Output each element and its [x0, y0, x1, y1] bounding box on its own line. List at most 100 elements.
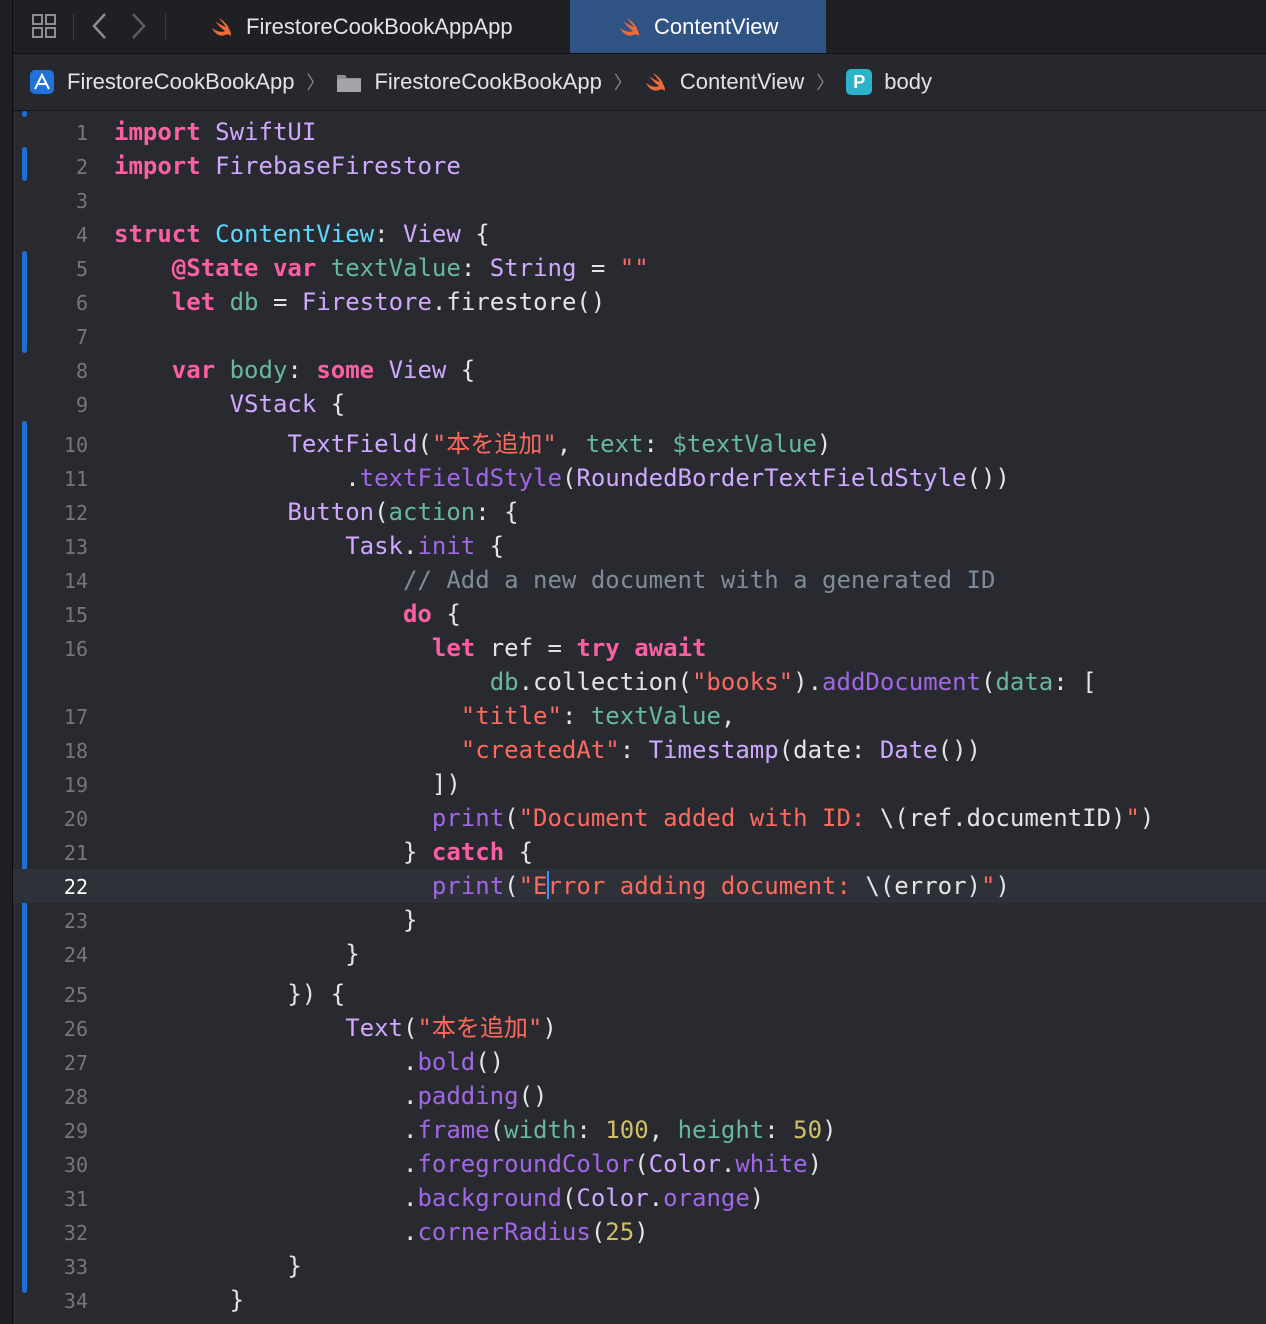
code-text: import SwiftUI	[114, 118, 317, 146]
breadcrumb-folder[interactable]: FirestoreCookBookApp	[336, 69, 602, 95]
line-number: 26	[63, 1017, 88, 1041]
swift-icon	[210, 16, 234, 38]
tab-contentview[interactable]: ContentView	[570, 0, 826, 53]
code-line[interactable]: 28 .padding()	[13, 1079, 1266, 1113]
code-text: Task.init {	[345, 532, 505, 560]
code-line[interactable]: 16 let ref = try await	[13, 631, 1266, 665]
swift-icon	[644, 71, 668, 93]
line-number: 21	[63, 841, 88, 865]
grid-related-items-icon[interactable]	[27, 10, 61, 42]
back-icon[interactable]	[87, 10, 113, 42]
tab-bar: FirestoreCookBookAppApp ContentView	[13, 0, 1266, 54]
code-line[interactable]: 2 import FirebaseFirestore	[13, 149, 1266, 183]
code-line[interactable]: 29 .frame(width: 100, height: 50)	[13, 1113, 1266, 1147]
code-text: } catch {	[114, 838, 534, 866]
code-line[interactable]: 10 TextField("本を追加", text: $textValue)	[13, 427, 1266, 461]
code-line[interactable]: 27 .bold()	[13, 1045, 1266, 1079]
line-number: 24	[63, 943, 88, 967]
toolbar-separator	[73, 14, 74, 40]
code-line[interactable]: 31 .background(Color.orange)	[13, 1181, 1266, 1215]
code-text: print("Error adding document: \(error)")	[431, 871, 1010, 900]
code-line[interactable]: 12 Button(action: {	[13, 495, 1266, 529]
code-line[interactable]: 3	[13, 183, 1266, 217]
code-line[interactable]: 34 }	[13, 1283, 1266, 1317]
toolbar-separator	[165, 14, 166, 40]
line-number: 18	[63, 739, 88, 763]
code-text: "title": textValue,	[460, 702, 736, 730]
line-number: 16	[63, 637, 88, 661]
line-number: 14	[63, 569, 88, 593]
code-line[interactable]: 26 Text("本を追加")	[13, 1011, 1266, 1045]
code-line[interactable]: 17 "title": textValue,	[13, 699, 1266, 733]
line-number: 34	[63, 1289, 88, 1313]
property-icon: P	[846, 69, 873, 95]
code-text: .bold()	[114, 1048, 505, 1076]
code-line[interactable]: 25 }) {	[13, 977, 1266, 1011]
code-line[interactable]: 7	[13, 319, 1266, 353]
line-number: 7	[75, 325, 88, 349]
line-number: 30	[63, 1153, 88, 1177]
code-line[interactable]: 9 VStack {	[13, 387, 1266, 421]
code-text: @State var textValue: String = ""	[171, 254, 649, 282]
line-number: 17	[63, 705, 88, 729]
code-text: }	[114, 940, 360, 968]
code-text: TextField("本を追加", text: $textValue)	[287, 430, 832, 458]
line-number: 20	[63, 807, 88, 831]
code-line[interactable]: 23 }	[13, 903, 1266, 937]
code-text: .frame(width: 100, height: 50)	[114, 1116, 837, 1144]
breadcrumb-label: body	[884, 69, 932, 94]
code-line[interactable]: 5 @State var textValue: String = ""	[13, 251, 1266, 285]
code-text: .cornerRadius(25)	[114, 1218, 649, 1246]
code-line[interactable]: 30 .foregroundColor(Color.white)	[13, 1147, 1266, 1181]
code-line[interactable]: db.collection("books").addDocument(data:…	[13, 665, 1266, 699]
breadcrumb-project[interactable]: FirestoreCookBookApp	[29, 69, 294, 95]
code-text: Text("本を追加")	[345, 1014, 557, 1042]
code-editor[interactable]: 1 import SwiftUI 2 import FirebaseFirestore…	[13, 111, 1266, 1324]
forward-icon[interactable]	[125, 10, 151, 42]
line-number: 28	[63, 1085, 88, 1109]
line-number: 29	[63, 1119, 88, 1143]
tab-label: ContentView	[654, 13, 779, 39]
code-text: }	[114, 906, 418, 934]
line-number: 3	[75, 189, 88, 213]
code-line[interactable]: 20 print("Document added with ID: \(ref.…	[13, 801, 1266, 835]
code-text: let ref = try await	[431, 634, 707, 662]
code-text: db.collection("books").addDocument(data:…	[489, 668, 1097, 696]
code-line[interactable]: 13 Task.init {	[13, 529, 1266, 563]
tab-label: FirestoreCookBookAppApp	[246, 13, 513, 39]
tab-firestorecookbookappapp[interactable]: FirestoreCookBookAppApp	[198, 0, 570, 53]
swift-icon	[618, 16, 642, 38]
code-line[interactable]: 32 .cornerRadius(25)	[13, 1215, 1266, 1249]
chevron-right-icon: 〉	[613, 73, 632, 93]
code-text: VStack {	[229, 390, 346, 418]
code-line[interactable]: 11 .textFieldStyle(RoundedBorderTextFiel…	[13, 461, 1266, 495]
code-line[interactable]: 21 } catch {	[13, 835, 1266, 869]
line-number: 22	[63, 875, 88, 899]
line-number: 12	[63, 501, 88, 525]
code-text: .padding()	[114, 1082, 548, 1110]
line-number: 10	[63, 433, 88, 457]
breadcrumb-label: ContentView	[679, 69, 805, 94]
code-text: ])	[114, 770, 461, 798]
code-line[interactable]: 14 // Add a new document with a generate…	[13, 563, 1266, 597]
code-line[interactable]: 22 print("Error adding document: \(error…	[13, 869, 1266, 903]
line-number: 23	[63, 909, 88, 933]
line-number: 2	[75, 155, 88, 179]
chevron-right-icon: 〉	[306, 73, 325, 93]
breadcrumb: FirestoreCookBookApp 〉 FirestoreCookBook…	[13, 54, 1266, 111]
code-line[interactable]: 18 "createdAt": Timestamp(date: Date())	[13, 733, 1266, 767]
breadcrumb-file[interactable]: ContentView	[644, 69, 804, 95]
breadcrumb-symbol[interactable]: P body	[846, 69, 932, 95]
code-line[interactable]: 33 }	[13, 1249, 1266, 1283]
line-number: 15	[63, 603, 88, 627]
line-number: 11	[63, 467, 88, 491]
code-line[interactable]: 24 }	[13, 937, 1266, 971]
code-line[interactable]: 6 let db = Firestore.firestore()	[13, 285, 1266, 319]
code-line[interactable]: 15 do {	[13, 597, 1266, 631]
code-line[interactable]: 19 ])	[13, 767, 1266, 801]
code-line[interactable]: 1 import SwiftUI	[13, 115, 1266, 149]
code-line[interactable]: 8 var body: some View {	[13, 353, 1266, 387]
code-line[interactable]: 4 struct ContentView: View {	[13, 217, 1266, 251]
code-text: import FirebaseFirestore	[114, 152, 461, 180]
code-text: do {	[402, 600, 461, 628]
